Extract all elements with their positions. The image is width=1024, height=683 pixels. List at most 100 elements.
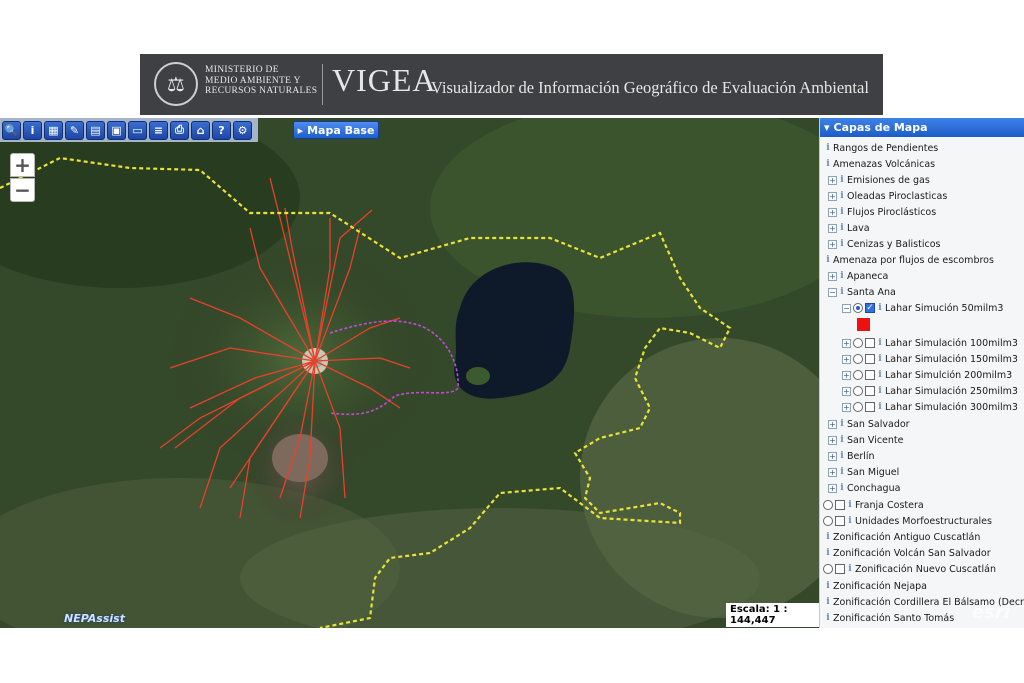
map-view[interactable]: 🔍 i ▦ ✎ ▤ ▣ ▭ ≡ ⎙ ⌂ ? ⚙ ▸ Mapa Base + − … (0, 118, 819, 628)
layer-checkbox[interactable] (865, 354, 875, 364)
help-icon[interactable]: ? (212, 120, 231, 140)
layer-checkbox[interactable] (835, 564, 845, 574)
layers-panel-header[interactable]: ▾ Capas de Mapa (820, 118, 1024, 137)
print-preview-icon[interactable]: ▣ (107, 120, 126, 140)
expand-icon[interactable]: + (828, 467, 837, 477)
layer-checkbox[interactable] (835, 500, 845, 510)
layer-row[interactable]: + i Lahar Simulación 100milm3 (842, 335, 1018, 351)
layer-row[interactable]: + i Berlín (828, 448, 875, 464)
expand-icon[interactable]: + (828, 175, 837, 185)
layer-row[interactable]: − i Santa Ana (828, 284, 896, 300)
info-icon[interactable]: i (877, 402, 883, 413)
info-icon[interactable]: i (877, 386, 883, 397)
info-icon[interactable]: i (839, 435, 845, 446)
layer-row[interactable]: i Amenaza por flujos de escombros (825, 252, 994, 268)
expand-icon[interactable]: + (828, 271, 837, 281)
info-icon[interactable]: i (847, 500, 853, 511)
basemap-button[interactable]: ▸ Mapa Base (293, 121, 379, 139)
layer-checkbox[interactable] (835, 516, 845, 526)
info-icon[interactable]: i (839, 223, 845, 234)
layer-row[interactable]: + i Lahar Simulación 150milm3 (842, 351, 1018, 367)
layer-row[interactable]: + i Lahar Simulación 300milm3 (842, 399, 1018, 415)
info-icon[interactable]: i (825, 597, 831, 608)
expand-icon[interactable]: + (842, 354, 851, 364)
layer-radio[interactable] (853, 354, 863, 364)
zoom-in-button[interactable]: + (10, 153, 35, 177)
layer-radio[interactable] (853, 402, 863, 412)
expand-icon[interactable]: + (842, 338, 851, 348)
collapse-icon[interactable]: − (828, 287, 837, 297)
layer-checkbox[interactable] (865, 338, 875, 348)
expand-icon[interactable]: + (828, 191, 837, 201)
expand-icon[interactable]: + (828, 483, 837, 493)
layer-row[interactable]: + i Cenizas y Balisticos (828, 236, 940, 252)
edit-icon[interactable]: ✎ (65, 120, 84, 140)
layers-icon[interactable]: ≡ (149, 120, 168, 140)
layer-checkbox[interactable]: ✓ (865, 303, 875, 313)
info-icon[interactable]: i (839, 419, 845, 430)
layer-row[interactable]: + i Lava (828, 220, 870, 236)
info-icon[interactable]: i (839, 239, 845, 250)
layer-radio[interactable] (853, 338, 863, 348)
info-icon[interactable]: i (839, 483, 845, 494)
info-icon[interactable]: i (839, 271, 845, 282)
layer-row[interactable]: i Rangos de Pendientes (825, 140, 938, 156)
info-icon[interactable]: i (877, 303, 883, 314)
layer-radio[interactable] (823, 516, 833, 526)
info-icon[interactable]: i (839, 207, 845, 218)
layer-row[interactable]: + i Apaneca (828, 268, 888, 284)
measure-icon[interactable]: ▭ (128, 120, 147, 140)
expand-icon[interactable]: + (842, 370, 851, 380)
info-icon[interactable]: i (825, 613, 831, 624)
layer-row[interactable]: i Zonificación Antiguo Cuscatlán (825, 529, 980, 545)
layer-row[interactable]: i Zonificación Volcán San Salvador (825, 545, 990, 561)
legend-icon[interactable]: ▦ (44, 120, 63, 140)
layer-row[interactable]: + i Emisiones de gas (828, 172, 930, 188)
layer-checkbox[interactable] (865, 386, 875, 396)
layer-radio[interactable] (823, 500, 833, 510)
info-icon[interactable]: i (877, 354, 883, 365)
layer-row[interactable]: + i San Miguel (828, 464, 899, 480)
info-icon[interactable]: i (825, 159, 831, 170)
layer-row[interactable]: + i Flujos Piroclásticos (828, 204, 936, 220)
layer-radio[interactable] (853, 370, 863, 380)
info-icon[interactable]: i (839, 175, 845, 186)
expand-icon[interactable]: + (828, 223, 837, 233)
collapse-icon[interactable]: − (842, 303, 851, 313)
info-icon[interactable]: i (877, 370, 883, 381)
expand-icon[interactable]: + (828, 435, 837, 445)
expand-icon[interactable]: + (842, 386, 851, 396)
zoom-out-button[interactable]: − (10, 178, 35, 202)
layer-row[interactable]: + i Lahar Simulción 200milm3 (842, 367, 1012, 383)
layer-row[interactable]: + i Oleadas Piroclasticas (828, 188, 947, 204)
layer-row[interactable]: i Franja Costera (823, 497, 924, 513)
info-icon[interactable]: i (847, 564, 853, 575)
info-icon[interactable]: i (825, 581, 831, 592)
expand-icon[interactable]: + (828, 239, 837, 249)
info-icon[interactable]: i (839, 467, 845, 478)
info-icon[interactable]: i (847, 516, 853, 527)
layer-radio[interactable] (853, 303, 863, 313)
layer-row[interactable]: + i San Salvador (828, 416, 910, 432)
save-icon[interactable]: ▤ (86, 120, 105, 140)
layer-row[interactable]: + i Lahar Simulación 250milm3 (842, 383, 1018, 399)
expand-icon[interactable]: + (828, 419, 837, 429)
expand-icon[interactable]: + (828, 451, 837, 461)
print-icon[interactable]: ⎙ (170, 120, 189, 140)
expand-icon[interactable]: + (828, 207, 837, 217)
info-icon[interactable]: i (839, 451, 845, 462)
settings-icon[interactable]: ⚙ (233, 120, 252, 140)
info-icon[interactable]: i (825, 143, 831, 154)
info-icon[interactable]: i (877, 338, 883, 349)
info-icon[interactable]: i (839, 287, 845, 298)
layer-row[interactable]: i Zonificación Santo Tomás (825, 610, 954, 626)
layer-row[interactable]: i Zonificación Nejapa (825, 578, 927, 594)
layer-row[interactable]: − ✓ i Lahar Simución 50milm3 (842, 300, 1003, 316)
layer-checkbox[interactable] (865, 370, 875, 380)
layer-checkbox[interactable] (865, 402, 875, 412)
layer-radio[interactable] (823, 564, 833, 574)
info-icon[interactable]: i (825, 532, 831, 543)
layer-row[interactable]: i Amenazas Volcánicas (825, 156, 935, 172)
layer-radio[interactable] (853, 386, 863, 396)
info-icon[interactable]: i (23, 120, 42, 140)
